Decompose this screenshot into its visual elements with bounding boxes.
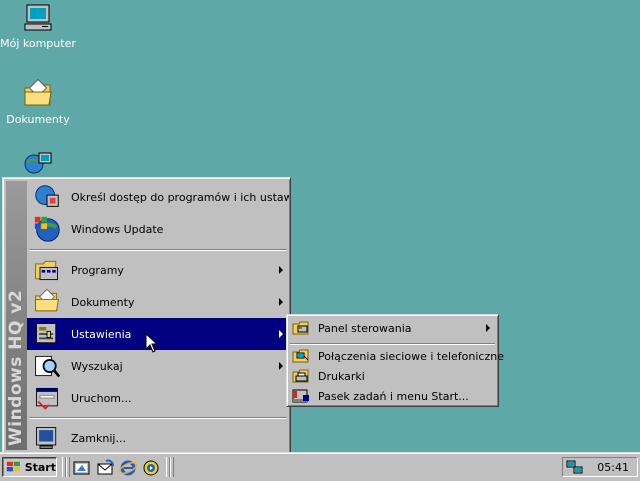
- menu-item-label: Ustawienia: [71, 327, 132, 341]
- submenu-arrow-icon: [279, 266, 283, 274]
- submenu-item-label: Drukarki: [318, 369, 365, 383]
- control-panel-icon: [292, 321, 309, 335]
- media-player-icon[interactable]: [142, 459, 160, 477]
- start-button[interactable]: Start: [2, 457, 57, 477]
- folder-icon: [24, 78, 52, 106]
- submenu-item-control-panel[interactable]: Panel sterowania: [290, 318, 496, 338]
- printers-icon: [292, 369, 309, 383]
- desktop-icon-label: Mój komputer: [0, 37, 76, 50]
- network-status-icon[interactable]: [566, 459, 584, 475]
- submenu-item-label: Panel sterowania: [318, 321, 412, 335]
- desktop-icon-documents[interactable]: Dokumenty: [0, 78, 76, 126]
- submenu-arrow-icon: [486, 324, 490, 332]
- submenu-item-network-connections[interactable]: Połączenia sieciowe i telefoniczne: [290, 346, 504, 366]
- menu-item-label: Dokumenty: [71, 295, 135, 309]
- start-menu: Windows HQ v2 Określ dostęp do programów…: [2, 177, 291, 454]
- submenu-arrow-icon: [279, 298, 283, 306]
- taskbar-settings-icon: [292, 389, 309, 403]
- menu-item-label: Uruchom...: [71, 391, 132, 405]
- submenu-item-label: Połączenia sieciowe i telefoniczne: [318, 349, 504, 363]
- menu-item-documents[interactable]: Dokumenty: [27, 286, 289, 318]
- menu-item-search[interactable]: Wyszukaj: [27, 350, 289, 382]
- menu-item-program-access[interactable]: Określ dostęp do programów i ich ustawie…: [27, 181, 289, 213]
- submenu-item-label: Pasek zadań i menu Start...: [318, 389, 469, 403]
- program-access-icon: [31, 181, 63, 213]
- menu-item-label: Określ dostęp do programów i ich ustawie…: [71, 190, 289, 204]
- submenu-item-taskbar-settings[interactable]: Pasek zadań i menu Start...: [290, 386, 496, 406]
- menu-item-label: Windows Update: [71, 222, 164, 236]
- menu-separator: [29, 249, 287, 251]
- menu-item-settings[interactable]: Ustawienia: [27, 318, 289, 350]
- menu-item-label: Programy: [71, 263, 124, 277]
- start-menu-banner-text: Windows HQ v2: [6, 289, 26, 446]
- menu-item-programs[interactable]: Programy: [27, 254, 289, 286]
- desktop-icon-my-computer[interactable]: Mój komputer: [0, 2, 76, 50]
- start-menu-banner: Windows HQ v2: [6, 181, 27, 450]
- menu-item-label: Wyszukaj: [71, 359, 123, 373]
- clock[interactable]: 05:41: [597, 461, 629, 474]
- menu-item-windows-update[interactable]: Windows Update: [27, 213, 289, 245]
- programs-icon: [31, 254, 63, 286]
- network-connections-icon: [292, 349, 309, 363]
- settings-submenu: Panel sterowania Połączenia sieciowe i t…: [286, 314, 504, 407]
- menu-item-run[interactable]: Uruchom...: [27, 382, 289, 414]
- internet-explorer-icon[interactable]: [119, 459, 137, 477]
- submenu-item-printers[interactable]: Drukarki: [290, 366, 496, 386]
- menu-separator: [290, 343, 495, 345]
- start-button-label: Start: [24, 460, 56, 474]
- outlook-express-icon[interactable]: [96, 459, 114, 477]
- search-icon: [31, 350, 63, 382]
- taskbar-divider: [170, 457, 174, 477]
- documents-folder-icon: [31, 286, 63, 318]
- windows-logo-icon: [6, 461, 20, 472]
- shutdown-icon: [31, 422, 63, 454]
- menu-separator: [29, 417, 287, 419]
- my-computer-icon: [24, 4, 52, 31]
- submenu-arrow-icon: [279, 362, 283, 370]
- submenu-arrow-icon: [279, 330, 283, 338]
- taskbar-divider: [66, 457, 70, 477]
- taskbar: Start 05:41: [0, 452, 640, 481]
- run-icon: [31, 382, 63, 414]
- show-desktop-icon[interactable]: [73, 459, 91, 477]
- desktop-icon-label: Dokumenty: [6, 113, 70, 126]
- windows-update-icon: [31, 213, 63, 245]
- system-tray: 05:41: [562, 457, 638, 477]
- settings-icon: [31, 318, 63, 350]
- mouse-cursor-icon: [146, 334, 158, 353]
- menu-item-label: Zamknij...: [71, 431, 126, 445]
- menu-item-shutdown[interactable]: Zamknij...: [27, 422, 289, 454]
